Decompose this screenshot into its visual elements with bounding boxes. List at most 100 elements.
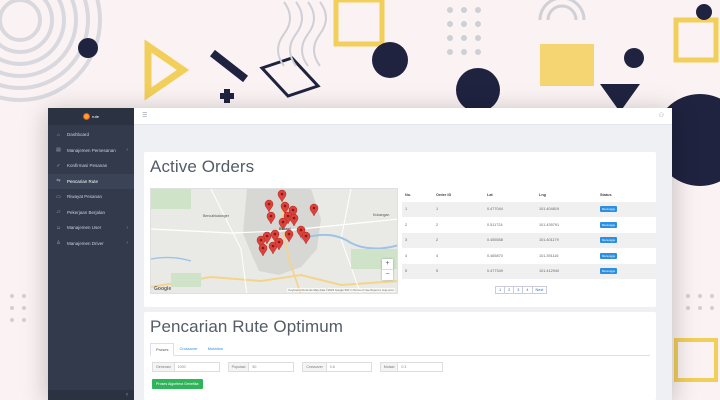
orders-table: No. Order ID Lat Lng Status 1 1 0.477044… bbox=[402, 188, 658, 280]
column-header[interactable]: No. bbox=[405, 193, 436, 197]
column-header[interactable]: Lat bbox=[487, 193, 539, 197]
route-tabs: Proses Crossover Mutation bbox=[150, 342, 650, 356]
cell-order-id: 2 bbox=[436, 238, 439, 243]
mutasi-input[interactable]: 0.3 bbox=[398, 361, 444, 372]
route-search-card: Pencarian Rute Optimum Proses Crossover … bbox=[144, 311, 656, 400]
status-badge: Menunggu bbox=[600, 221, 618, 228]
main-content: ☰ ⚇ Active Orders Bencahkalanger Bekasi … bbox=[134, 108, 672, 400]
populasi-field: Populasi 50 bbox=[227, 361, 295, 372]
populasi-input[interactable]: 50 bbox=[249, 361, 295, 372]
sidebar-item-label: Dashboard bbox=[67, 132, 90, 138]
table-row: 3 2 0.455558 101.401179 Menunggu bbox=[402, 232, 658, 249]
topbar: ☰ ⚇ bbox=[134, 108, 672, 125]
sidebar-item-manajemen-user[interactable]: ☺ Manajemen User › bbox=[48, 220, 134, 236]
field-label: Mutasi bbox=[379, 361, 399, 372]
cell-no: 5 bbox=[405, 269, 408, 274]
map-marker-icon[interactable] bbox=[277, 189, 287, 203]
hamburger-menu-icon[interactable]: ☰ bbox=[142, 112, 147, 119]
column-header[interactable]: Lng bbox=[539, 193, 600, 197]
field-label: Generasi bbox=[152, 361, 175, 372]
tab-mutation[interactable]: Mutation bbox=[203, 343, 228, 355]
map-attribution[interactable]: Keyboard shortcuts Map data ©2023 Google… bbox=[287, 287, 395, 292]
active-orders-title: Active Orders bbox=[150, 156, 255, 176]
column-header[interactable]: Order ID bbox=[436, 193, 487, 197]
sidebar: rute ⌂ Dashboard ▤ Manajemen Pemesanan ›… bbox=[48, 108, 134, 400]
cell-lat: 0.477349 bbox=[487, 269, 503, 274]
map-marker-icon[interactable] bbox=[258, 243, 268, 257]
sidebar-item-label: Manajemen Pemesanan bbox=[67, 147, 116, 153]
map-label: Kubangan bbox=[373, 212, 390, 217]
map-marker-icon[interactable] bbox=[266, 211, 276, 225]
zoom-out-button[interactable]: − bbox=[382, 268, 393, 280]
ga-parameters: Generasi 1000 Populasi 50 Crossover 0.8 … bbox=[152, 361, 656, 372]
sidebar-item-manajemen-driver[interactable]: ♙ Manajemen Driver › bbox=[48, 236, 134, 252]
app-window: rute ⌂ Dashboard ▤ Manajemen Pemesanan ›… bbox=[48, 108, 672, 400]
logo-icon bbox=[83, 113, 91, 120]
map-zoom-control: + − bbox=[382, 258, 393, 280]
sidebar-collapse-button[interactable]: ‹ bbox=[48, 390, 134, 400]
user-profile-icon[interactable]: ⚇ bbox=[659, 112, 664, 119]
map-marker-icon[interactable] bbox=[289, 213, 299, 227]
table-header: No. Order ID Lat Lng Status bbox=[402, 188, 658, 202]
cell-no: 2 bbox=[405, 222, 408, 227]
map-marker-icon[interactable] bbox=[264, 199, 274, 213]
tab-crossover[interactable]: Crossover bbox=[174, 343, 202, 355]
chevron-right-icon: › bbox=[126, 240, 128, 247]
cell-lat: 0.511724 bbox=[487, 222, 503, 227]
chevron-right-icon: › bbox=[126, 147, 128, 154]
table-row: 2 2 0.511724 101.439791 Menunggu bbox=[402, 217, 658, 233]
sidebar-item-dashboard[interactable]: ⌂ Dashboard bbox=[48, 127, 134, 143]
check-icon: ✓ bbox=[56, 162, 61, 169]
map-marker-icon[interactable] bbox=[309, 203, 319, 217]
cell-no: 3 bbox=[405, 238, 408, 243]
cell-lng: 101.401179 bbox=[539, 238, 559, 243]
sidebar-item-manajemen-pemesanan[interactable]: ▤ Manajemen Pemesanan › bbox=[48, 143, 134, 159]
sidebar-item-label: Konfirmasi Pesanan bbox=[67, 163, 108, 169]
folder-icon: ▱ bbox=[56, 209, 61, 216]
sidebar-item-label: Manajemen User bbox=[67, 225, 102, 231]
document-icon: ▭ bbox=[56, 193, 61, 200]
sidebar-item-label: Pencarian Rute bbox=[67, 178, 99, 184]
table-row: 1 1 0.477044 101.404819 Menunggu bbox=[402, 201, 658, 218]
field-label: Populasi bbox=[227, 361, 250, 372]
sidebar-item-pencarian-rute[interactable]: ⇆ Pencarian Rute bbox=[48, 173, 134, 189]
cell-no: 4 bbox=[405, 253, 408, 258]
map-city-label: Bekasi bbox=[279, 226, 291, 231]
brand[interactable]: rute bbox=[48, 108, 134, 125]
status-badge: Menunggu bbox=[600, 206, 618, 213]
map-marker-icon[interactable] bbox=[284, 229, 294, 243]
cell-order-id: 1 bbox=[436, 207, 439, 212]
brand-name: rute bbox=[92, 114, 99, 119]
sidebar-item-konfirmasi-pesanan[interactable]: ✓ Konfirmasi Pesanan bbox=[48, 158, 134, 174]
table-row: 5 5 0.477349 101.412940 Menunggu bbox=[402, 263, 658, 280]
status-badge: Menunggu bbox=[600, 252, 618, 259]
sidebar-menu: ⌂ Dashboard ▤ Manajemen Pemesanan › ✓ Ko… bbox=[48, 125, 134, 251]
sidebar-item-label: Pekerjaan Berjalan bbox=[67, 209, 106, 215]
sidebar-item-riwayat-pesanan[interactable]: ▭ Riwayat Pesanan bbox=[48, 189, 134, 205]
cell-lng: 101.404819 bbox=[539, 207, 560, 212]
cell-no: 1 bbox=[405, 207, 408, 212]
cell-lng: 101.439791 bbox=[539, 222, 560, 227]
tab-proses[interactable]: Proses bbox=[150, 342, 175, 356]
cell-lng: 101.391116 bbox=[539, 253, 559, 258]
orders-map[interactable]: Bencahkalanger Bekasi Kubangan + − Googl… bbox=[150, 187, 398, 294]
sidebar-item-label: Manajemen Driver bbox=[67, 240, 104, 246]
cell-order-id: 2 bbox=[436, 222, 439, 227]
table-row: 4 4 0.465870 101.391116 Menunggu bbox=[402, 248, 658, 264]
chevron-right-icon: › bbox=[126, 224, 128, 231]
map-marker-icon[interactable] bbox=[301, 231, 311, 245]
zoom-in-button[interactable]: + bbox=[382, 259, 393, 269]
pagination: 1 2 3 4 Next bbox=[495, 285, 548, 294]
column-header[interactable]: Status bbox=[600, 193, 661, 197]
crossover-input[interactable]: 0.8 bbox=[326, 361, 372, 372]
next-page-button[interactable]: Next bbox=[531, 285, 548, 294]
sidebar-item-label: Riwayat Pesanan bbox=[67, 194, 103, 200]
cell-lat: 0.455558 bbox=[487, 238, 503, 243]
status-badge: Menunggu bbox=[600, 237, 618, 244]
run-genetic-algorithm-button[interactable]: Proses Algoritma Genetika bbox=[152, 378, 203, 389]
cell-lng: 101.412940 bbox=[539, 269, 560, 274]
sidebar-item-pekerjaan-berjalan[interactable]: ▱ Pekerjaan Berjalan bbox=[48, 205, 134, 221]
generasi-field: Generasi 1000 bbox=[152, 361, 220, 372]
field-label: Crossover bbox=[302, 361, 327, 372]
generasi-input[interactable]: 1000 bbox=[174, 361, 220, 372]
